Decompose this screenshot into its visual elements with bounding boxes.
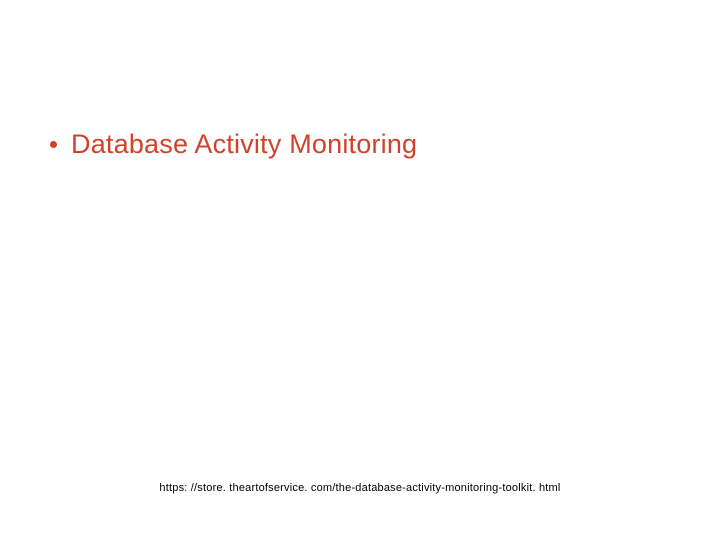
footer-url: https: //store. theartofservice. com/the… [0,482,720,494]
bullet-text: Database Activity Monitoring [71,128,417,160]
bullet-item: Database Activity Monitoring [50,128,417,160]
slide: Database Activity Monitoring https: //st… [0,0,720,540]
bullet-dot-icon [50,141,57,148]
